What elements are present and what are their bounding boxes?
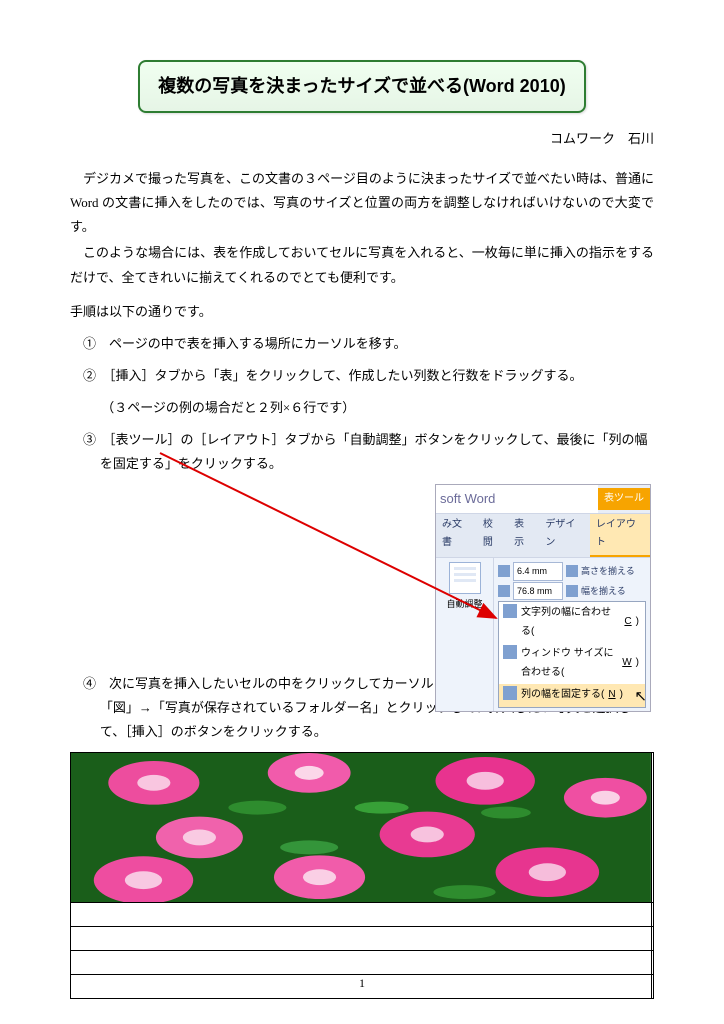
col-width-icon	[498, 585, 510, 597]
auto-adjust-label[interactable]: 自動調整	[440, 596, 489, 613]
table-row	[71, 903, 654, 927]
page: 複数の写真を決まったサイズで並べる(Word 2010) コムワーク 石川 デジ…	[0, 0, 724, 1024]
step-2-sub: （３ページの例の場合だと２列×６行です）	[101, 396, 654, 420]
distribute-cols-icon	[566, 585, 578, 597]
step-2: ② ［挿入］タブから「表」をクリックして、作成したい列数と行数をドラッグする。	[83, 364, 654, 388]
auto-adjust-menu: 文字列の幅に合わせる(C) ウィンドウ サイズに合わせる(W) 列の幅を固定する…	[498, 601, 646, 708]
empty-cell[interactable]	[71, 903, 652, 927]
flower-photo	[71, 753, 651, 902]
empty-cell[interactable]	[71, 927, 652, 951]
intro-paragraph-1: デジカメで撮った写真を、この文書の３ページ目のように決まったサイズで並べたい時は…	[70, 167, 654, 239]
intro-paragraph-2: このような場合には、表を作成しておいてセルに写真を入れると、一枚毎に単に挿入の指…	[70, 241, 654, 289]
photo-table	[70, 752, 654, 999]
page-number: 1	[0, 972, 724, 994]
ribbon-body: 自動調整 6.4 mm 高さを揃える 76.8 mm	[436, 557, 650, 711]
menu-autofit-window[interactable]: ウィンドウ サイズに合わせる(W)	[499, 643, 645, 684]
tab-misc1[interactable]: み文書	[436, 514, 477, 557]
title-box: 複数の写真を決まったサイズで並べる(Word 2010)	[138, 60, 585, 113]
ribbon-titlebar: soft Word 表ツール	[436, 485, 650, 513]
cursor-icon: ↖	[634, 683, 647, 711]
height-value[interactable]: 6.4 mm	[513, 562, 563, 581]
step-1: ① ページの中で表を挿入する場所にカーソルを移す。	[83, 332, 654, 356]
height-align-label[interactable]: 高さを揃える	[581, 563, 635, 580]
word-ribbon: soft Word 表ツール み文書 校閲 表示 デザイン レイアウト 自動調整	[435, 484, 651, 712]
procedure-heading: 手順は以下の通りです。	[70, 300, 654, 324]
table-row	[71, 927, 654, 951]
step-3: ③ ［表ツール］の［レイアウト］タブから「自動調整」ボタンをクリックして、最後に…	[83, 428, 654, 476]
table-tools-label: 表ツール	[598, 488, 650, 511]
width-align-label[interactable]: 幅を揃える	[581, 583, 626, 600]
auto-adjust-group: 自動調整	[436, 558, 494, 711]
tab-layout[interactable]: レイアウト	[590, 514, 650, 557]
word-app-title: soft Word	[436, 485, 598, 513]
distribute-rows-icon	[566, 565, 578, 577]
photo-cell[interactable]	[71, 753, 652, 903]
tab-view[interactable]: 表示	[508, 514, 539, 557]
empty-cell[interactable]	[651, 903, 653, 927]
author-line: コムワーク 石川	[70, 127, 654, 151]
empty-cell[interactable]	[651, 753, 653, 903]
empty-cell[interactable]	[651, 927, 653, 951]
row-height-icon	[498, 565, 510, 577]
width-value[interactable]: 76.8 mm	[513, 582, 563, 601]
tab-design[interactable]: デザイン	[539, 514, 590, 557]
auto-adjust-icon[interactable]	[449, 562, 481, 594]
table-row	[71, 753, 654, 903]
ribbon-tabs: み文書 校閲 表示 デザイン レイアウト	[436, 513, 650, 557]
menu-fixed-column-width[interactable]: 列の幅を固定する(N) ↖	[499, 684, 645, 707]
page-title: 複数の写真を決まったサイズで並べる(Word 2010)	[158, 76, 565, 96]
menu-autofit-contents[interactable]: 文字列の幅に合わせる(C)	[499, 602, 645, 643]
tab-review[interactable]: 校閲	[477, 514, 508, 557]
